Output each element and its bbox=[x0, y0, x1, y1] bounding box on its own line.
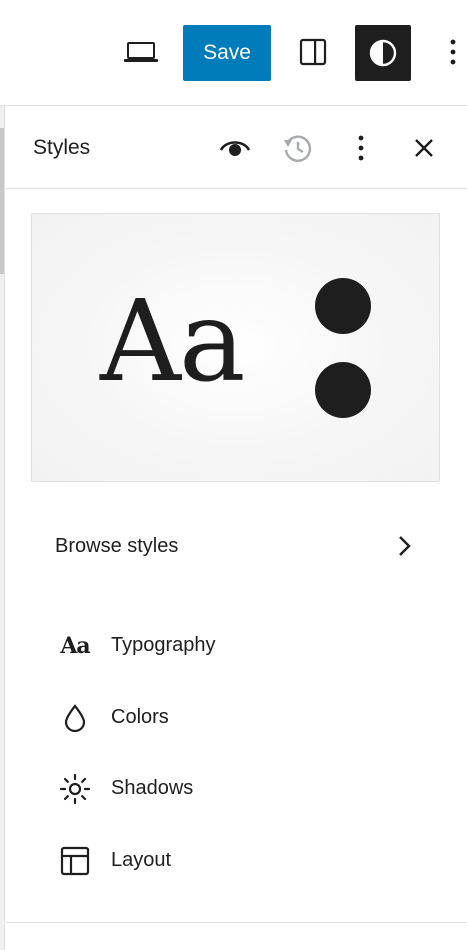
settings-toggle-button[interactable] bbox=[289, 28, 337, 76]
close-icon bbox=[415, 139, 433, 157]
nav-layout-label: Layout bbox=[111, 849, 172, 871]
preview-color-dot bbox=[315, 362, 371, 418]
nav-colors-label: Colors bbox=[111, 706, 169, 728]
browse-styles-button[interactable]: Browse styles bbox=[31, 518, 440, 574]
panel-header: Styles bbox=[6, 106, 467, 189]
style-book-button[interactable] bbox=[213, 126, 257, 170]
device-preview-button[interactable] bbox=[117, 28, 165, 76]
layout-icon bbox=[59, 846, 91, 876]
revisions-icon bbox=[284, 135, 312, 162]
nav-layout[interactable]: Layout bbox=[31, 833, 440, 889]
droplet-icon bbox=[59, 704, 91, 732]
close-panel-button[interactable] bbox=[402, 126, 446, 170]
typography-icon: Aa bbox=[60, 633, 90, 659]
style-preview-card[interactable]: Aa bbox=[31, 213, 440, 482]
panel-footer-divider bbox=[6, 922, 467, 923]
save-button[interactable]: Save bbox=[183, 25, 271, 81]
nav-shadows[interactable]: Shadows bbox=[31, 761, 440, 817]
preview-typography-sample: Aa bbox=[100, 277, 246, 407]
panel-title: Styles bbox=[33, 136, 91, 159]
contrast-icon bbox=[369, 39, 397, 67]
nav-colors[interactable]: Colors bbox=[31, 690, 440, 746]
sidebar-toggle-icon bbox=[299, 38, 327, 66]
eye-icon bbox=[219, 141, 251, 156]
preview-color-dot bbox=[315, 278, 371, 334]
revisions-button[interactable] bbox=[275, 126, 319, 170]
laptop-icon bbox=[124, 42, 158, 62]
nav-typography-label: Typography bbox=[111, 634, 216, 656]
vertical-ellipsis-icon bbox=[450, 39, 455, 65]
editor-toolbar: Save bbox=[0, 0, 467, 106]
panel-options-button[interactable] bbox=[339, 126, 383, 170]
chevron-right-icon bbox=[399, 536, 411, 556]
vertical-ellipsis-icon bbox=[358, 135, 364, 161]
sun-icon bbox=[59, 773, 91, 805]
nav-shadows-label: Shadows bbox=[111, 777, 194, 799]
options-menu-button[interactable] bbox=[438, 28, 467, 76]
nav-typography[interactable]: Aa Typography bbox=[31, 618, 440, 674]
styles-panel: Styles Aa Browse styles Aa Typography Co… bbox=[6, 106, 467, 950]
canvas-scrollbar[interactable] bbox=[0, 128, 4, 274]
styles-toggle-button[interactable] bbox=[355, 25, 411, 81]
browse-styles-label: Browse styles bbox=[55, 534, 179, 557]
